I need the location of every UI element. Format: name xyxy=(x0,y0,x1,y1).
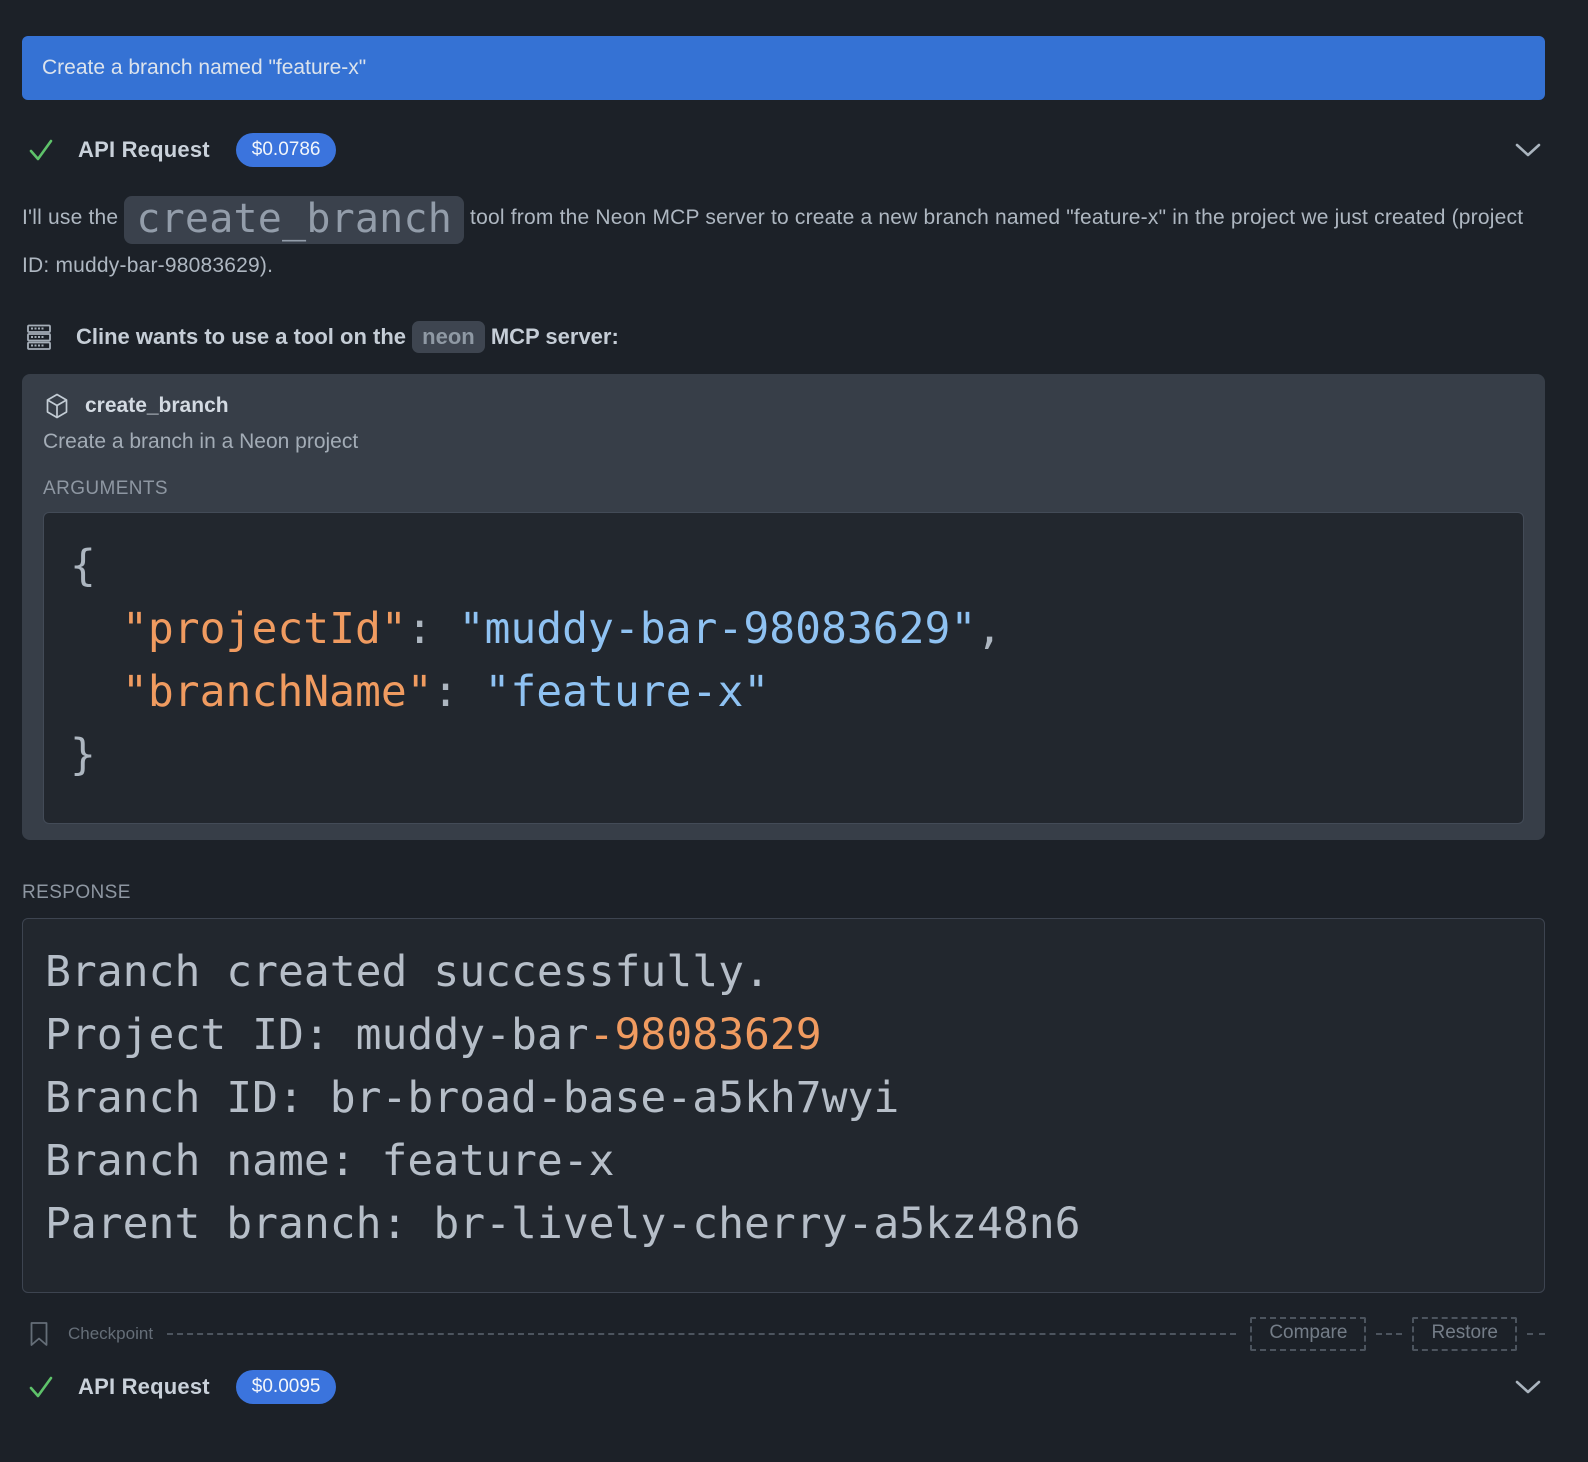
chat-view: Create a branch named "feature-x" API Re… xyxy=(0,36,1588,1407)
tool-cube-icon xyxy=(43,392,71,420)
tool-name: create_branch xyxy=(85,394,229,418)
inline-code-create-branch: create_branch xyxy=(124,196,464,244)
api-request-label: API Request xyxy=(78,137,210,163)
response-label: RESPONSE xyxy=(22,882,1545,904)
api-cost-badge: $0.0095 xyxy=(236,1370,337,1404)
json-close-brace: } xyxy=(70,730,96,780)
response-line2-number: -98083629 xyxy=(589,1010,822,1060)
check-icon xyxy=(26,135,56,165)
checkpoint-divider xyxy=(1376,1333,1402,1335)
json-value: "muddy-bar-98083629" xyxy=(459,604,977,654)
chevron-down-icon xyxy=(1514,1379,1542,1395)
json-line-close: } xyxy=(70,724,1495,787)
mcp-server-name-badge: neon xyxy=(412,321,485,353)
tool-request-card: create_branch Create a branch in a Neon … xyxy=(22,374,1545,840)
response-line: Parent branch: br-lively-cherry-a5kz48n6 xyxy=(45,1193,1516,1256)
response-line2-prefix: Project ID: muddy-bar xyxy=(45,1010,589,1060)
assistant-text-before: I'll use the xyxy=(22,206,124,229)
json-key: "branchName" xyxy=(122,667,433,717)
tool-header: create_branch xyxy=(43,392,1524,420)
arguments-label: ARGUMENTS xyxy=(43,478,1524,500)
json-line-branchname: "branchName": "feature-x" xyxy=(70,661,1495,724)
mcp-server-icon xyxy=(24,322,54,352)
tool-banner-text: Cline wants to use a tool on the neon MC… xyxy=(76,324,619,350)
tool-banner-after: MCP server: xyxy=(485,324,619,349)
bookmark-icon xyxy=(28,1321,50,1347)
check-icon xyxy=(26,1372,56,1402)
tool-description: Create a branch in a Neon project xyxy=(43,430,1524,454)
tool-banner-before: Cline wants to use a tool on the xyxy=(76,324,412,349)
api-request-header-2[interactable]: API Request $0.0095 xyxy=(22,1367,1545,1407)
json-key: "projectId" xyxy=(122,604,407,654)
checkpoint-divider xyxy=(167,1333,1236,1335)
json-value: "feature-x" xyxy=(484,667,769,717)
collapse-button[interactable] xyxy=(1511,1372,1545,1402)
response-line: Branch created successfully. xyxy=(45,941,1516,1004)
response-line: Project ID: muddy-bar-98083629 xyxy=(45,1004,1516,1067)
json-open-brace: { xyxy=(70,541,96,591)
json-colon: : xyxy=(433,667,485,717)
collapse-button[interactable] xyxy=(1511,135,1545,165)
api-request-header-1[interactable]: API Request $0.0786 xyxy=(22,130,1545,170)
json-comma: , xyxy=(976,604,1002,654)
checkpoint-divider xyxy=(1527,1333,1545,1335)
arguments-json-block: {"projectId": "muddy-bar-98083629","bran… xyxy=(43,512,1524,824)
restore-button[interactable]: Restore xyxy=(1412,1317,1517,1351)
tool-use-banner: Cline wants to use a tool on the neon MC… xyxy=(22,322,1545,352)
api-request-label: API Request xyxy=(78,1374,210,1400)
json-line-projectid: "projectId": "muddy-bar-98083629", xyxy=(70,598,1495,661)
response-line: Branch name: feature-x xyxy=(45,1130,1516,1193)
response-line: Branch ID: br-broad-base-a5kh7wyi xyxy=(45,1067,1516,1130)
compare-button[interactable]: Compare xyxy=(1250,1317,1366,1351)
json-line-open: { xyxy=(70,535,1495,598)
checkpoint-label: Checkpoint xyxy=(68,1324,153,1344)
chevron-down-icon xyxy=(1514,142,1542,158)
json-colon: : xyxy=(407,604,459,654)
assistant-message: I'll use the create_branch tool from the… xyxy=(22,196,1545,288)
api-cost-badge: $0.0786 xyxy=(236,133,337,167)
response-block: Branch created successfully.Project ID: … xyxy=(22,918,1545,1293)
user-message: Create a branch named "feature-x" xyxy=(22,36,1545,100)
checkpoint-row[interactable]: Checkpoint Compare Restore xyxy=(22,1317,1545,1351)
user-message-text: Create a branch named "feature-x" xyxy=(42,56,366,80)
